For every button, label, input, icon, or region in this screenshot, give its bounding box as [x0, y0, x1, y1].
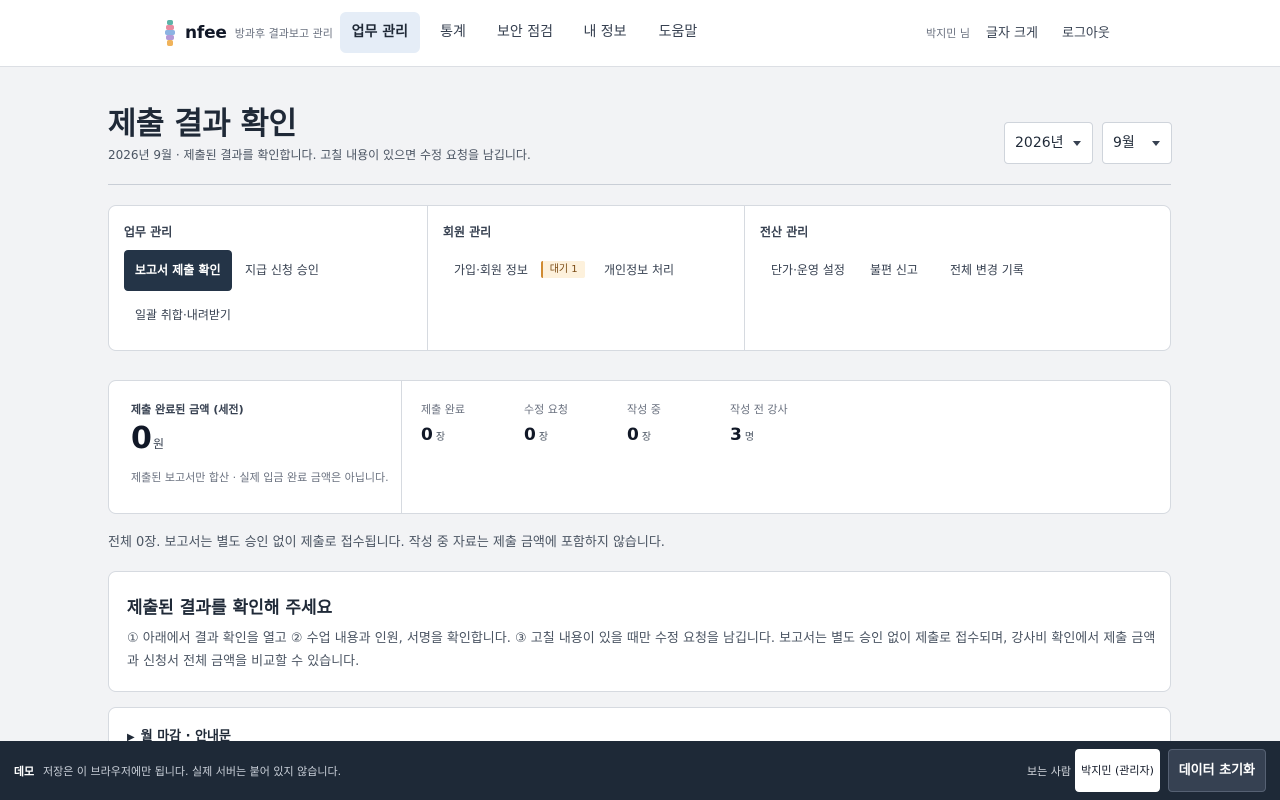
tab-work-management[interactable]: 업무 관리 — [340, 12, 420, 53]
stat-label: 작성 전 강사 — [730, 403, 788, 416]
font-size-button[interactable]: 글자 크게 — [986, 22, 1038, 41]
stat-number: 0 — [524, 425, 536, 445]
viewer-select[interactable]: 박지민 (관리자) — [1075, 749, 1160, 792]
brand[interactable]: nfee 방과후 결과보고 관리 — [164, 19, 333, 47]
stat-label: 제출 완료 — [421, 403, 465, 416]
stat-value: 3명 — [730, 425, 788, 445]
amount-unit: 원 — [153, 437, 165, 451]
menu-item-payment-approval[interactable]: 지급 신청 승인 — [234, 250, 330, 291]
stat-unit: 장 — [641, 432, 652, 443]
stat-not-started: 작성 전 강사 3명 — [730, 401, 788, 445]
menu-group-system: 전산 관리 단가·운영 설정 불편 신고 전체 변경 기록 — [744, 206, 1170, 350]
stat-unit: 장 — [538, 432, 549, 443]
stat-revision-request: 수정 요청 0장 — [524, 401, 568, 445]
stat-value: 0장 — [627, 425, 661, 445]
stats-card: 제출 완료된 금액 (세전) 0 원 제출된 보고서만 합산 · 실제 입금 완… — [108, 380, 1171, 514]
tab-my-info[interactable]: 내 정보 — [574, 12, 636, 53]
stat-number: 0 — [627, 425, 639, 445]
month-select-value: 9월 — [1113, 135, 1135, 151]
amount-label: 제출 완료된 금액 (세전) — [131, 403, 244, 416]
page-subtitle: 2026년 9월 · 제출된 결과를 확인합니다. 고칠 내용이 있으면 수정 … — [108, 148, 531, 162]
menu-group-work: 업무 관리 보고서 제출 확인 지급 신청 승인 일괄 취합·내려받기 — [109, 206, 427, 350]
current-user: 박지민 님 — [926, 27, 970, 40]
viewer-label: 보는 사람 — [1027, 765, 1071, 778]
page-title: 제출 결과 확인 — [108, 106, 297, 142]
month-select[interactable]: 9월 — [1102, 122, 1172, 164]
logout-button[interactable]: 로그아웃 — [1062, 22, 1110, 41]
menu-item-rate-settings[interactable]: 단가·운영 설정 — [760, 250, 856, 291]
stat-label: 작성 중 — [627, 403, 661, 416]
stat-unit: 장 — [435, 432, 446, 443]
demo-tag: 데모 — [14, 765, 35, 778]
tab-statistics[interactable]: 통계 — [428, 12, 478, 53]
reset-data-button[interactable]: 데이터 초기화 — [1168, 749, 1266, 792]
stat-value: 0장 — [421, 425, 465, 445]
top-navigation-bar: nfee 방과후 결과보고 관리 업무 관리 통계 보안 점검 내 정보 도움말… — [0, 0, 1280, 67]
stat-number: 0 — [421, 425, 433, 445]
menu-group-members: 회원 관리 가입·회원 정보 대기 1 개인정보 처리 — [427, 206, 744, 350]
guide-body: ① 아래에서 결과 확인을 열고 ② 수업 내용과 인원, 서명을 확인합니다.… — [127, 631, 1156, 669]
menu-item-change-log[interactable]: 전체 변경 기록 — [939, 250, 1035, 291]
menu-item-bulk-download[interactable]: 일괄 취합·내려받기 — [124, 295, 242, 336]
brand-name: nfee — [185, 23, 227, 43]
amount-value: 0 — [131, 421, 152, 456]
stat-value: 0장 — [524, 425, 568, 445]
guide-card: 제출된 결과를 확인해 주세요 ① 아래에서 결과 확인을 열고 ② 수업 내용… — [108, 571, 1171, 692]
chevron-down-icon — [1152, 141, 1160, 146]
stat-in-progress: 작성 중 0장 — [627, 401, 661, 445]
menu-item-member-info[interactable]: 가입·회원 정보 대기 1 — [443, 250, 596, 291]
amount-summary: 제출 완료된 금액 (세전) 0 원 제출된 보고서만 합산 · 실제 입금 완… — [109, 381, 402, 513]
stat-unit: 명 — [744, 432, 755, 443]
chevron-down-icon — [1073, 141, 1081, 146]
tab-security-check[interactable]: 보안 점검 — [488, 12, 562, 53]
menu-item-issue-report[interactable]: 불편 신고 — [859, 250, 929, 291]
demo-text: 저장은 이 브라우저에만 됩니다. 실제 서버는 붙어 있지 않습니다. — [43, 765, 342, 778]
menu-item-label: 가입·회원 정보 — [454, 263, 528, 277]
guide-title: 제출된 결과를 확인해 주세요 — [127, 598, 333, 618]
menu-group-title: 회원 관리 — [443, 225, 492, 239]
brand-logo-icon — [165, 20, 175, 46]
amount-note: 제출된 보고서만 합산 · 실제 입금 완료 금액은 아닙니다. — [131, 471, 389, 484]
stat-submitted: 제출 완료 0장 — [421, 401, 465, 445]
menu-group-title: 전산 관리 — [760, 225, 809, 239]
menu-item-report-check[interactable]: 보고서 제출 확인 — [124, 250, 232, 291]
tab-help[interactable]: 도움말 — [648, 12, 708, 53]
demo-bar: 데모 저장은 이 브라우저에만 됩니다. 실제 서버는 붙어 있지 않습니다. … — [0, 741, 1280, 800]
pending-badge: 대기 1 — [540, 261, 585, 278]
stat-label: 수정 요청 — [524, 403, 568, 416]
stat-number: 3 — [730, 425, 742, 445]
header-divider — [108, 184, 1171, 185]
brand-subtitle: 방과후 결과보고 관리 — [234, 27, 333, 40]
menu-item-privacy[interactable]: 개인정보 처리 — [593, 250, 685, 291]
menu-panel: 업무 관리 보고서 제출 확인 지급 신청 승인 일괄 취합·내려받기 회원 관… — [108, 205, 1171, 351]
menu-group-title: 업무 관리 — [124, 225, 173, 239]
summary-text: 전체 0장. 보고서는 별도 승인 없이 제출로 접수됩니다. 작성 중 자료는… — [108, 535, 665, 550]
year-select-value: 2026년 — [1015, 135, 1064, 151]
year-select[interactable]: 2026년 — [1004, 122, 1093, 164]
